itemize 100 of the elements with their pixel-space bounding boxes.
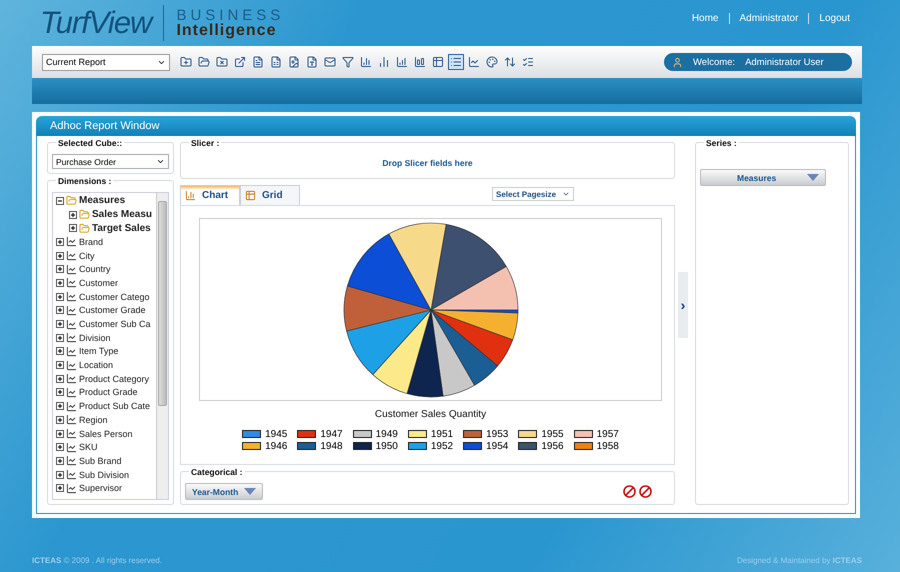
toolbar-button[interactable] [448,54,464,70]
tree-item[interactable]: Customer Catego [79,292,150,302]
expand-toggle[interactable] [56,278,64,287]
toolbar-button[interactable] [232,54,248,70]
tab[interactable]: Chart [180,185,240,205]
expand-toggle[interactable] [56,456,64,465]
bar-chart-icon [396,56,408,68]
expand-toggle[interactable] [56,430,64,438]
report-select[interactable]: Current Report [42,54,170,70]
plus-icon [57,458,63,464]
logo-text: TurfView [40,5,164,41]
toolbar-button[interactable] [340,54,356,70]
tree-item[interactable]: Sales Person [79,428,133,439]
tree-item[interactable]: Customer Grade [79,305,146,316]
tree-item[interactable]: Location [79,360,114,370]
bar-chart-icon [414,56,426,68]
toolbar-button[interactable] [484,54,500,70]
open-folder-icon [198,56,210,68]
expand-toggle[interactable] [56,361,64,370]
toolbar-button[interactable] [412,54,428,70]
tree-item[interactable]: Product Grade [79,387,138,398]
copyright-text: ICTEAS © 2009 . All rights reserved. [32,556,162,564]
expand-toggle[interactable] [56,306,64,314]
line-chart-icon [66,304,77,316]
tree-item[interactable]: Product Category [79,374,150,384]
expand-toggle[interactable] [56,292,64,301]
image-file-icon [288,56,300,68]
pagesize-select[interactable]: Select Pagesize [492,187,574,201]
tree-item[interactable]: SKU [79,442,98,452]
expand-toggle[interactable] [56,470,64,479]
logo-subtitle: BUSINESS [176,8,284,22]
collapse-toggle[interactable] [56,196,64,205]
tree-item[interactable]: Target Sales [92,222,151,234]
toolbar-button[interactable] [394,54,410,70]
tree-item[interactable]: Brand [79,236,104,247]
expand-toggle[interactable] [56,265,64,274]
expand-toggle[interactable] [56,320,64,328]
minus-icon [57,198,63,204]
expand-toggle[interactable] [56,402,64,410]
expand-toggle[interactable] [56,484,64,492]
plus-icon [57,266,63,272]
document-icon [252,56,264,68]
line-chart-icon [66,469,77,480]
tab[interactable]: Grid [240,185,300,205]
expand-toggle[interactable] [56,347,64,356]
scrollbar[interactable] [156,193,168,499]
tree-item[interactable]: Item Type [79,346,118,356]
toolbar-button[interactable] [430,54,446,70]
plus-icon [57,444,63,450]
expand-toggle[interactable] [69,210,77,219]
export-icon [234,56,246,68]
toolbar-button[interactable] [466,54,482,70]
credits-text: Designed & Maintained by ICTEAS [737,556,862,564]
legend-label: 1950 [376,440,398,452]
collapse-handle[interactable]: › [678,272,688,338]
line-chart-icon [66,277,77,288]
plus-icon [70,212,76,218]
mail-icon [324,56,336,68]
tree-item[interactable]: Customer [79,278,118,288]
legend-label: 1958 [596,440,619,452]
tree-item[interactable]: Supervisor [79,483,122,494]
expand-toggle[interactable] [56,374,64,383]
expand-toggle[interactable] [56,334,64,342]
tree-item[interactable]: Sub Division [79,470,130,480]
tree-item[interactable]: City [79,250,94,261]
line-chart-icon [66,250,77,262]
expand-toggle[interactable] [69,224,77,232]
toolbar-button[interactable] [358,54,374,70]
expand-toggle[interactable] [56,388,64,396]
plus-icon [57,307,63,314]
folder-icon [79,209,90,220]
expand-toggle[interactable] [56,252,64,260]
legend-label: 1949 [376,428,398,440]
dropdown-arrow-icon [807,174,819,181]
dimensions-label: Dimensions : [56,176,114,186]
line-chart-icon [66,264,77,275]
spreadsheet-icon [270,56,282,68]
tree-item[interactable]: Sub Brand [79,456,122,466]
plus-icon [57,294,63,300]
bar-chart-icon [360,56,372,68]
tree-item[interactable]: Measures [79,195,126,206]
series-select[interactable]: Measures [700,169,826,186]
categorical-select[interactable]: Year-Month [185,483,263,500]
plus-icon [57,403,63,410]
tree-item[interactable]: Country [79,264,111,274]
logo-subtitle: Intelligence [176,22,278,38]
tree-item[interactable]: Sales Measu [92,209,152,220]
line-chart-icon [66,442,77,453]
expand-toggle[interactable] [56,443,64,452]
cube-select[interactable]: Purchase Order [52,154,169,169]
legend-label: 1948 [320,440,343,452]
plus-icon [57,472,63,478]
tree-item[interactable]: Customer Sub Ca [79,319,151,330]
expand-toggle[interactable] [56,238,64,246]
legend-label: 1945 [265,428,288,440]
expand-toggle[interactable] [56,416,64,424]
tree-item[interactable]: Division [79,332,111,343]
plus-icon [57,376,63,382]
tree-item[interactable]: Product Sub Cate [79,401,150,412]
tree-item[interactable]: Region [79,414,108,425]
